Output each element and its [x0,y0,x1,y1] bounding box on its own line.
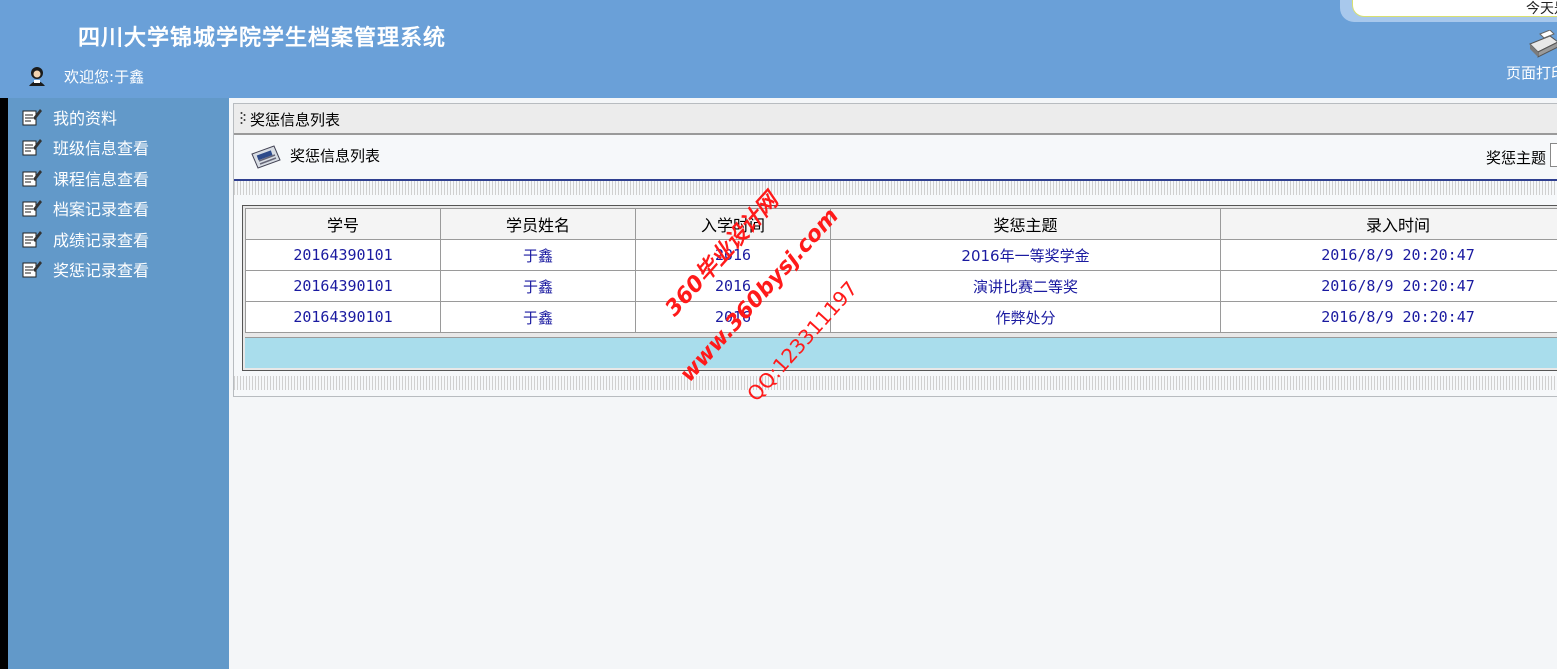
list-toolbar: 奖惩信息列表 奖惩主题 [234,135,1557,181]
cell-entry-time: 2016/8/9 20:20:47 [1220,270,1557,302]
cell-student-name: 于鑫 [440,270,636,302]
welcome-prefix: 欢迎您: [64,67,115,86]
news-icon [251,145,281,169]
grip-dots-icon [240,112,246,124]
reward-topic-filter-input[interactable] [1550,143,1557,167]
table-row[interactable]: 20164390101 于鑫 2016 演讲比赛二等奖 2016/8/9 20:… [245,270,1557,302]
date-display: 今天是 [1340,0,1557,22]
sidebar-item-label: 我的资料 [53,109,118,128]
sidebar-item-course-info[interactable]: 课程信息查看 [22,165,149,191]
table-row[interactable]: 20164390101 于鑫 2016 作弊处分 2016/8/9 20:20:… [245,301,1557,333]
header-bar: 四川大学锦城学院学生档案管理系统 欢迎您: 于鑫 今天是 页面打印 [0,0,1557,98]
document-edit-icon [22,170,42,187]
column-header-student-id: 学号 [245,208,441,240]
cell-student-name: 于鑫 [440,239,636,271]
sidebar-item-label: 奖惩记录查看 [53,261,150,280]
left-edge-strip [0,98,8,669]
print-page-label: 页面打印 [1506,64,1557,82]
cell-entry-time: 2016/8/9 20:20:47 [1220,301,1557,333]
column-header-student-name: 学员姓名 [440,208,636,240]
sidebar-item-archive-records[interactable]: 档案记录查看 [22,195,149,221]
list-title: 奖惩信息列表 [290,147,381,165]
cell-student-name: 于鑫 [440,301,636,333]
document-edit-icon [22,200,42,217]
table-header-row: 学号 学员姓名 入学时间 奖惩主题 录入时间 [245,208,1557,240]
cell-student-id: 20164390101 [245,239,441,271]
printer-icon [1529,30,1557,58]
app-title: 四川大学锦城学院学生档案管理系统 [78,26,447,51]
cell-student-id: 20164390101 [245,301,441,333]
document-edit-icon [22,261,42,278]
user-avatar-icon [29,67,45,86]
print-page-button[interactable]: 页面打印 [1504,30,1557,82]
welcome-user-name: 于鑫 [114,67,145,86]
column-header-entry-time: 录入时间 [1220,208,1557,240]
document-edit-icon [22,231,42,248]
sidebar-item-label: 成绩记录查看 [53,231,150,250]
reward-table: 学号 学员姓名 入学时间 奖惩主题 录入时间 20164390101 于鑫 20… [245,208,1557,333]
sidebar-item-class-info[interactable]: 班级信息查看 [22,134,149,160]
sidebar-item-label: 班级信息查看 [53,139,150,158]
panel-title: 奖惩信息列表 [250,111,341,129]
filter-label: 奖惩主题 [1486,149,1547,167]
sidebar-item-grade-records[interactable]: 成绩记录查看 [22,226,149,252]
cell-student-id: 20164390101 [245,270,441,302]
sidebar-item-reward-records[interactable]: 奖惩记录查看 [22,256,149,282]
panel-title-bar: 奖惩信息列表 [234,104,1557,135]
table-row[interactable]: 20164390101 于鑫 2016 2016年一等奖学金 2016/8/9 … [245,239,1557,271]
document-edit-icon [22,109,42,126]
sidebar-item-label: 课程信息查看 [53,170,150,189]
table-pager-bar [245,337,1557,368]
sidebar-item-label: 档案记录查看 [53,200,150,219]
document-edit-icon [22,139,42,156]
cell-entry-time: 2016/8/9 20:20:47 [1220,239,1557,271]
date-text: 今天是 [1526,1,1557,17]
welcome-area: 欢迎您: 于鑫 [26,64,144,88]
sidebar-item-my-profile[interactable]: 我的资料 [22,104,117,130]
watermark: 360毕业设计网 www.360bysj.com QQ:123311197 [660,189,900,440]
hatch-divider [234,181,1557,195]
sidebar: 我的资料 班级信息查看 课程信息查看 档案记录查看 成绩记录查看 奖惩记录查看 [8,98,229,669]
